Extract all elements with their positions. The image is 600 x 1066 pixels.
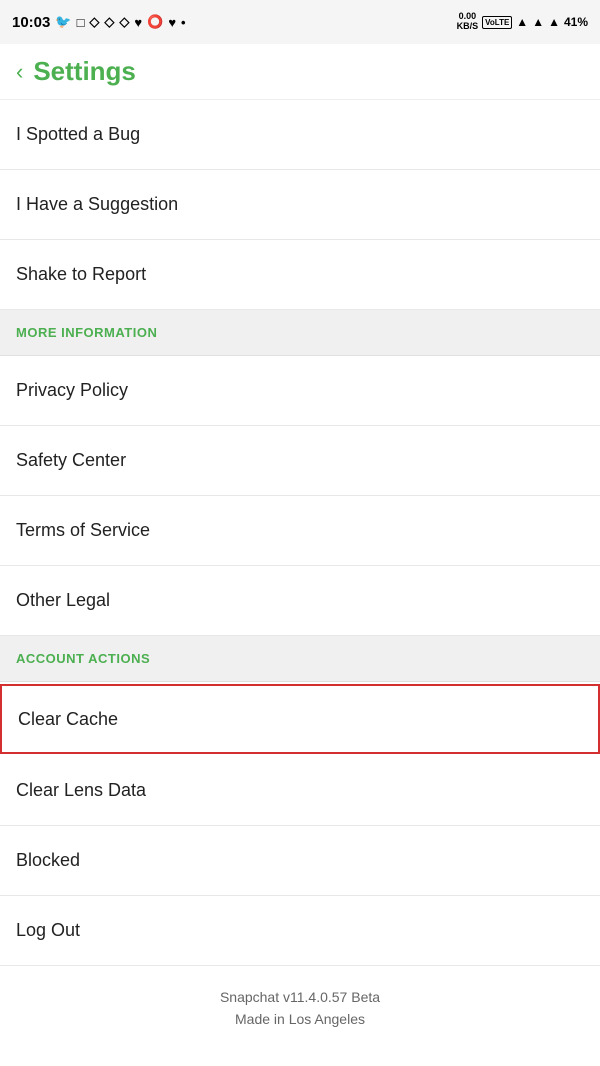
more-information-header: MORE INFORMATION xyxy=(0,310,600,356)
snapchat3-icon: ◇ xyxy=(119,14,129,30)
twitter2-icon: ♥ xyxy=(168,15,176,30)
footer: Snapchat v11.4.0.57 Beta Made in Los Ang… xyxy=(0,966,600,1051)
dot-icon: • xyxy=(181,15,186,30)
status-time: 10:03 xyxy=(12,14,50,31)
snapchat-icon: ◇ xyxy=(89,14,99,30)
signal2-icon: ▲ xyxy=(548,15,560,29)
instagram-icon: □ xyxy=(77,15,85,30)
data-speed: 0.00KB/S xyxy=(457,12,479,32)
status-right: 0.00KB/S VoLTE ▲ ▲ ▲ 41% xyxy=(457,12,588,32)
account-actions-header: ACCOUNT ACTIONS xyxy=(0,636,600,682)
menu-item-privacy-policy[interactable]: Privacy Policy xyxy=(0,356,600,426)
more-information-section: MORE INFORMATION Privacy Policy Safety C… xyxy=(0,310,600,636)
snapchat2-icon: ◇ xyxy=(104,14,114,30)
menu-item-terms-of-service[interactable]: Terms of Service xyxy=(0,496,600,566)
menu-item-other-legal[interactable]: Other Legal xyxy=(0,566,600,636)
menu-item-clear-lens-data[interactable]: Clear Lens Data xyxy=(0,756,600,826)
feedback-section: I Spotted a Bug I Have a Suggestion Shak… xyxy=(0,100,600,310)
menu-item-log-out[interactable]: Log Out xyxy=(0,896,600,966)
pinterest-icon: ⭕ xyxy=(147,14,163,30)
menu-item-blocked[interactable]: Blocked xyxy=(0,826,600,896)
menu-item-safety-center[interactable]: Safety Center xyxy=(0,426,600,496)
menu-item-spotted-bug[interactable]: I Spotted a Bug xyxy=(0,100,600,170)
volte-badge: VoLTE xyxy=(482,16,512,29)
menu-item-suggestion[interactable]: I Have a Suggestion xyxy=(0,170,600,240)
account-actions-section: ACCOUNT ACTIONS Clear Cache Clear Lens D… xyxy=(0,636,600,966)
menu-item-clear-cache[interactable]: Clear Cache xyxy=(0,684,600,754)
settings-header: ‹ Settings xyxy=(0,44,600,100)
footer-line2: Made in Los Angeles xyxy=(16,1008,584,1030)
battery-text: 41% xyxy=(564,15,588,29)
status-bar: 10:03 🐦 □ ◇ ◇ ◇ ♥ ⭕ ♥ • 0.00KB/S VoLTE ▲… xyxy=(0,0,600,44)
page-title: Settings xyxy=(33,56,136,87)
signal-icon: ▲ xyxy=(532,15,544,29)
status-left: 10:03 🐦 □ ◇ ◇ ◇ ♥ ⭕ ♥ • xyxy=(12,14,186,31)
twitter-icon: ♥ xyxy=(134,15,142,30)
menu-item-shake-report[interactable]: Shake to Report xyxy=(0,240,600,310)
back-button[interactable]: ‹ xyxy=(16,59,23,85)
wifi-icon: ▲ xyxy=(516,15,528,29)
footer-line1: Snapchat v11.4.0.57 Beta xyxy=(16,986,584,1008)
facebook-icon: 🐦 xyxy=(55,14,71,30)
